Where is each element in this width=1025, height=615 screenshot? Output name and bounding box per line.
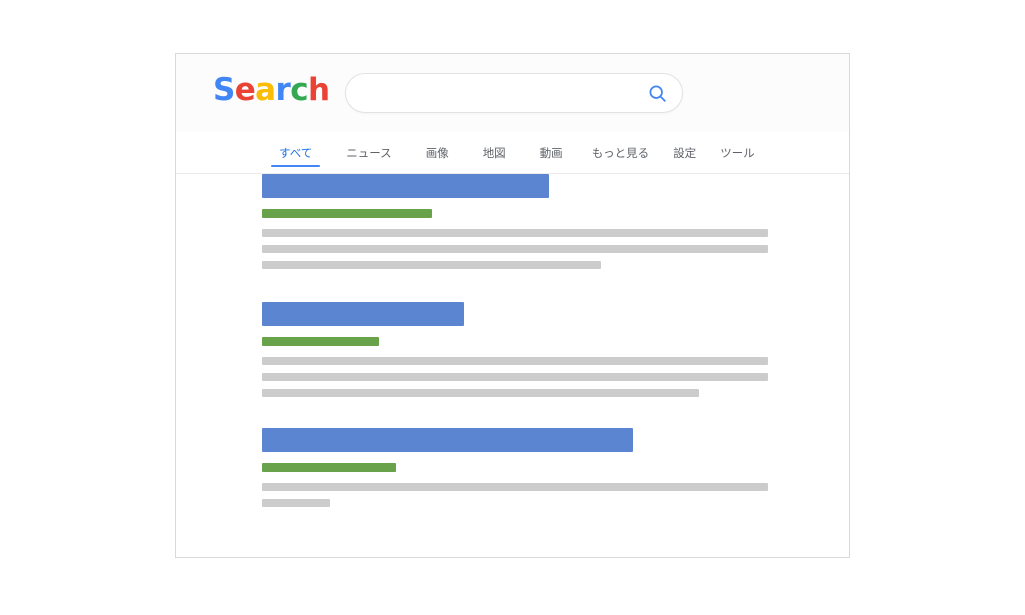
search-button[interactable]	[647, 83, 668, 104]
search-box[interactable]	[345, 73, 683, 114]
result-url-placeholder	[262, 209, 433, 218]
brand-letter-2: a	[255, 72, 276, 108]
search-results-card: Search すべて ニュース 画像 地図 動画 もっと見る 設定 ツール	[175, 53, 850, 558]
result-snippet-line	[262, 261, 602, 269]
result-item[interactable]	[262, 428, 768, 507]
result-title-placeholder[interactable]	[262, 302, 464, 326]
nav-tab-list: すべて ニュース 画像 地図 動画 もっと見る 設定 ツール	[262, 132, 767, 173]
brand-letter-4: c	[290, 72, 308, 108]
result-snippet-line	[262, 229, 768, 237]
result-url-row	[262, 463, 768, 472]
search-header: Search	[176, 54, 849, 132]
nav-tab-4[interactable]: 動画	[523, 132, 580, 173]
result-snippet-line	[262, 389, 700, 397]
result-url-row	[262, 209, 768, 218]
nav-tab-5[interactable]: もっと見る	[580, 132, 662, 173]
result-url-placeholder	[262, 337, 379, 346]
search-icon	[649, 85, 666, 102]
result-snippet-line	[262, 499, 330, 507]
result-snippet-line	[262, 245, 768, 253]
nav-tab-3[interactable]: 地図	[466, 132, 523, 173]
brand-letter-0: S	[213, 72, 235, 108]
result-url-row	[262, 337, 768, 346]
brand-logo: Search	[213, 72, 330, 108]
result-snippet-line	[262, 483, 768, 491]
result-snippet-line	[262, 373, 768, 381]
search-input[interactable]	[364, 74, 638, 114]
brand-letter-1: e	[234, 72, 256, 108]
brand-letter-5: h	[307, 72, 330, 108]
nav-tab-0[interactable]: すべて	[262, 132, 329, 173]
result-title-placeholder[interactable]	[262, 428, 633, 452]
result-item[interactable]	[262, 174, 768, 269]
result-title-placeholder[interactable]	[262, 174, 549, 198]
nav-tab-6[interactable]: 設定	[661, 132, 708, 173]
result-url-placeholder	[262, 463, 397, 472]
result-item[interactable]	[262, 302, 768, 397]
nav-tab-2[interactable]: 画像	[409, 132, 466, 173]
brand-letter-3: r	[275, 72, 291, 108]
nav-tab-7[interactable]: ツール	[708, 132, 767, 173]
nav-tab-1[interactable]: ニュース	[329, 132, 408, 173]
result-snippet-line	[262, 357, 768, 365]
search-nav: すべて ニュース 画像 地図 動画 もっと見る 設定 ツール	[176, 132, 849, 174]
